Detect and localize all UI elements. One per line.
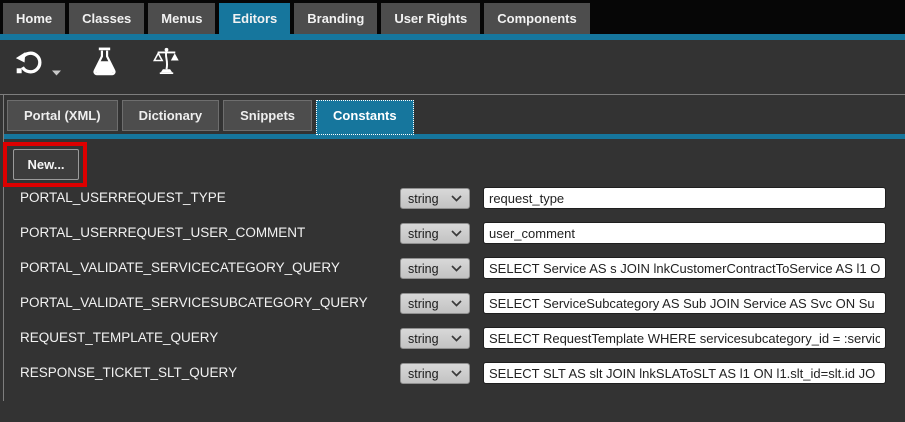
undo-icon[interactable] xyxy=(14,47,45,83)
constant-type-value: string xyxy=(408,297,439,311)
chevron-down-icon xyxy=(451,195,462,202)
chevron-down-icon xyxy=(451,335,462,342)
constant-name: PORTAL_USERREQUEST_USER_COMMENT xyxy=(20,220,305,246)
constant-name: REQUEST_TEMPLATE_QUERY xyxy=(20,325,218,351)
constant-type-value: string xyxy=(408,192,439,206)
constant-row: PORTAL_VALIDATE_SERVICECATEGORY_QUERY st… xyxy=(0,255,905,290)
constant-row: PORTAL_USERREQUEST_TYPE string xyxy=(0,185,905,220)
constant-row: RESPONSE_TICKET_SLT_QUERY string xyxy=(0,360,905,395)
constant-row: REQUEST_TEMPLATE_QUERY string xyxy=(0,325,905,360)
new-constant-button[interactable]: New... xyxy=(13,149,79,180)
nav-tab-editors[interactable]: Editors xyxy=(219,3,290,40)
chevron-down-icon xyxy=(451,370,462,377)
tab-dictionary[interactable]: Dictionary xyxy=(122,100,220,131)
nav-accent-line xyxy=(0,34,905,40)
constant-type-select[interactable]: string xyxy=(400,223,470,244)
nav-tab-classes[interactable]: Classes xyxy=(69,3,144,34)
constant-type-value: string xyxy=(408,367,439,381)
editor-tabs: Portal (XML) Dictionary Snippets Constan… xyxy=(7,100,414,135)
constant-row: PORTAL_VALIDATE_SERVICESUBCATEGORY_QUERY… xyxy=(0,290,905,325)
constant-type-value: string xyxy=(408,227,439,241)
constant-type-select[interactable]: string xyxy=(400,258,470,279)
tab-constants[interactable]: Constants xyxy=(316,100,414,135)
nav-tab-branding[interactable]: Branding xyxy=(294,3,377,34)
chevron-down-icon xyxy=(451,265,462,272)
constant-type-select[interactable]: string xyxy=(400,363,470,384)
constant-type-value: string xyxy=(408,332,439,346)
constant-value-input[interactable] xyxy=(483,327,886,349)
constant-value-input[interactable] xyxy=(483,187,886,209)
constant-type-select[interactable]: string xyxy=(400,293,470,314)
chevron-down-icon xyxy=(451,300,462,307)
nav-tab-user-rights[interactable]: User Rights xyxy=(381,3,480,34)
nav-tab-components[interactable]: Components xyxy=(484,3,589,34)
constant-type-value: string xyxy=(408,262,439,276)
constant-type-select[interactable]: string xyxy=(400,188,470,209)
constant-name: RESPONSE_TICKET_SLT_QUERY xyxy=(20,360,237,386)
constant-row: PORTAL_USERREQUEST_USER_COMMENT string xyxy=(0,220,905,255)
constant-value-input[interactable] xyxy=(483,257,886,279)
constant-name: PORTAL_VALIDATE_SERVICESUBCATEGORY_QUERY xyxy=(20,290,368,316)
app-window: Home Classes Menus Editors Branding User… xyxy=(0,0,905,422)
tab-snippets[interactable]: Snippets xyxy=(223,100,312,131)
top-navbar: Home Classes Menus Editors Branding User… xyxy=(0,0,905,34)
tab-portal-xml[interactable]: Portal (XML) xyxy=(7,100,118,131)
constant-value-input[interactable] xyxy=(483,362,886,384)
constant-value-input[interactable] xyxy=(483,222,886,244)
constant-value-input[interactable] xyxy=(483,292,886,314)
chevron-down-icon xyxy=(451,230,462,237)
constant-name: PORTAL_USERREQUEST_TYPE xyxy=(20,185,226,211)
constant-name: PORTAL_VALIDATE_SERVICECATEGORY_QUERY xyxy=(20,255,340,281)
constant-type-select[interactable]: string xyxy=(400,328,470,349)
toolbar xyxy=(0,40,905,93)
flask-icon[interactable] xyxy=(91,46,118,82)
nav-tab-menus[interactable]: Menus xyxy=(148,3,215,34)
scales-icon[interactable] xyxy=(151,47,182,80)
panel-top-border xyxy=(0,94,905,95)
constants-list: PORTAL_USERREQUEST_TYPE string PORTAL_US… xyxy=(0,185,905,395)
caret-down-icon[interactable] xyxy=(52,63,61,81)
nav-tab-home[interactable]: Home xyxy=(3,3,65,34)
